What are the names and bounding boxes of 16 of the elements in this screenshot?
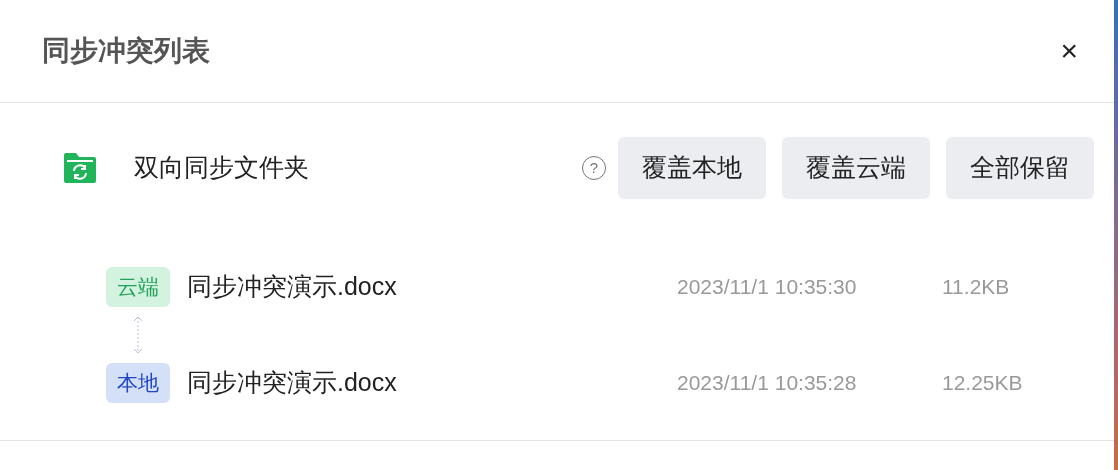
dialog-title: 同步冲突列表 xyxy=(42,34,210,68)
link-arrow-icon xyxy=(132,314,144,356)
folder-name: 双向同步文件夹 xyxy=(134,152,309,184)
source-tag: 云端 xyxy=(106,267,170,307)
close-button[interactable]: × xyxy=(1054,36,1084,66)
action-button[interactable]: 覆盖云端 xyxy=(782,137,930,199)
file-name: 同步冲突演示.docx xyxy=(187,367,398,399)
action-button[interactable]: 覆盖本地 xyxy=(618,137,766,199)
file-name: 同步冲突演示.docx xyxy=(187,271,398,303)
modified-time: 2023/11/1 10:35:28 xyxy=(677,370,858,397)
file-size: 11.2KB xyxy=(942,274,1010,301)
action-button[interactable]: 全部保留 xyxy=(946,137,1094,199)
file-size: 12.25KB xyxy=(942,370,1023,397)
source-tag: 本地 xyxy=(106,363,170,403)
modified-time: 2023/11/1 10:35:30 xyxy=(677,274,858,301)
sync-folder-icon xyxy=(62,151,98,185)
